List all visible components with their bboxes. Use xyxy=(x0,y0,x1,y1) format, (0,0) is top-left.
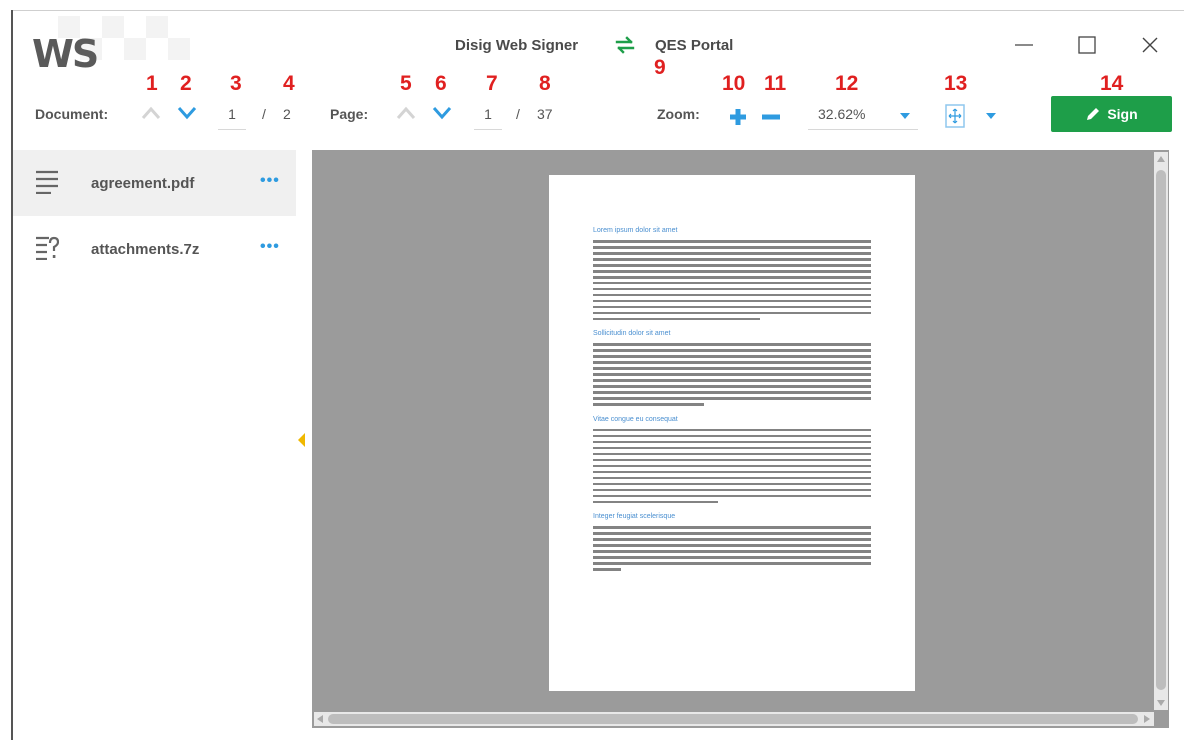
next-page-chevron-down-icon[interactable] xyxy=(432,105,452,121)
page-heading: Integer feugiat scelerisque xyxy=(593,513,676,521)
maximize-icon[interactable] xyxy=(1075,33,1099,57)
zoom-level-value: 32.62% xyxy=(818,106,866,122)
next-document-chevron-down-icon[interactable] xyxy=(177,105,197,121)
document-page-preview: Lorem ipsum dolor sit amet Sollicitudin … xyxy=(549,175,915,691)
document-list-sidebar: agreement.pdf ••• attachments.7z ••• xyxy=(13,150,296,740)
page-paragraph xyxy=(593,343,871,406)
document-name: agreement.pdf xyxy=(91,175,195,192)
swap-arrows-icon xyxy=(615,36,635,54)
page-heading: Lorem ipsum dolor sit amet xyxy=(593,227,678,234)
annotation-9: 9 xyxy=(654,56,666,79)
collapse-sidebar-arrow-icon[interactable] xyxy=(298,433,305,447)
page-heading: Sollicitudin dolor sit amet xyxy=(593,330,671,338)
annotation-5: 5 xyxy=(400,72,412,95)
annotation-6: 6 xyxy=(435,72,447,95)
sign-button-label: Sign xyxy=(1107,106,1138,122)
zoom-in-plus-icon[interactable] xyxy=(729,108,747,126)
annotation-3: 3 xyxy=(230,72,242,95)
annotation-8: 8 xyxy=(539,72,551,95)
annotation-7: 7 xyxy=(486,72,498,95)
page-paragraph xyxy=(593,428,871,504)
zoom-out-minus-icon[interactable] xyxy=(762,108,780,126)
document-number-input[interactable]: 1 xyxy=(218,104,246,130)
annotation-13: 13 xyxy=(944,72,968,95)
window-border-top xyxy=(11,10,1184,11)
previous-document-chevron-up-icon[interactable] xyxy=(141,105,161,121)
scroll-right-arrow-icon[interactable] xyxy=(1144,715,1150,723)
unknown-document-icon xyxy=(36,236,59,260)
app-window: WS Disig Web Signer QES Portal 1 2 3 4 5… xyxy=(0,0,1184,740)
previous-page-chevron-up-icon[interactable] xyxy=(396,105,416,121)
page-paragraph xyxy=(593,240,871,321)
annotation-1: 1 xyxy=(146,72,158,95)
annotation-14: 14 xyxy=(1100,72,1124,95)
app-title: Disig Web Signer xyxy=(455,37,579,54)
page-separator: / xyxy=(516,106,520,122)
app-logo: WS xyxy=(32,32,99,76)
horizontal-scrollbar-thumb[interactable] xyxy=(328,714,1138,724)
document-list-item[interactable]: attachments.7z ••• xyxy=(13,216,296,282)
zoom-label: Zoom: xyxy=(657,106,700,122)
scroll-left-arrow-icon[interactable] xyxy=(317,715,323,723)
portal-title: QES Portal xyxy=(655,37,734,54)
pencil-icon xyxy=(1087,108,1100,120)
page-total: 37 xyxy=(537,106,553,122)
page-heading: Vitae congue eu consequat xyxy=(593,415,678,423)
document-name: attachments.7z xyxy=(91,241,200,258)
page-paragraph xyxy=(593,526,871,571)
annotation-12: 12 xyxy=(835,72,859,95)
document-separator: / xyxy=(262,106,266,122)
document-list-item[interactable]: agreement.pdf ••• xyxy=(13,150,296,216)
vertical-scrollbar[interactable] xyxy=(1154,152,1168,710)
document-total: 2 xyxy=(283,106,291,122)
fit-dropdown-caret-icon[interactable] xyxy=(986,113,996,119)
page-label: Page: xyxy=(330,106,369,122)
sign-button[interactable]: Sign xyxy=(1051,96,1172,132)
fit-page-icon[interactable] xyxy=(944,103,966,129)
minimize-icon[interactable] xyxy=(1012,33,1036,57)
scroll-up-arrow-icon[interactable] xyxy=(1157,156,1165,162)
scroll-down-arrow-icon[interactable] xyxy=(1157,700,1165,706)
document-lines-icon xyxy=(36,170,58,194)
more-options-icon[interactable]: ••• xyxy=(260,238,280,256)
close-icon[interactable] xyxy=(1138,33,1162,57)
annotation-10: 10 xyxy=(722,72,746,95)
page-content: Lorem ipsum dolor sit amet Sollicitudin … xyxy=(593,227,871,581)
more-options-icon[interactable]: ••• xyxy=(260,172,280,190)
horizontal-scrollbar[interactable] xyxy=(314,712,1154,726)
document-label: Document: xyxy=(35,106,109,122)
vertical-scrollbar-thumb[interactable] xyxy=(1156,170,1166,690)
annotation-4: 4 xyxy=(283,72,295,95)
annotation-11: 11 xyxy=(764,72,787,95)
page-number-input[interactable]: 1 xyxy=(474,104,502,130)
annotation-2: 2 xyxy=(180,72,192,95)
zoom-dropdown-caret-icon[interactable] xyxy=(900,113,910,119)
